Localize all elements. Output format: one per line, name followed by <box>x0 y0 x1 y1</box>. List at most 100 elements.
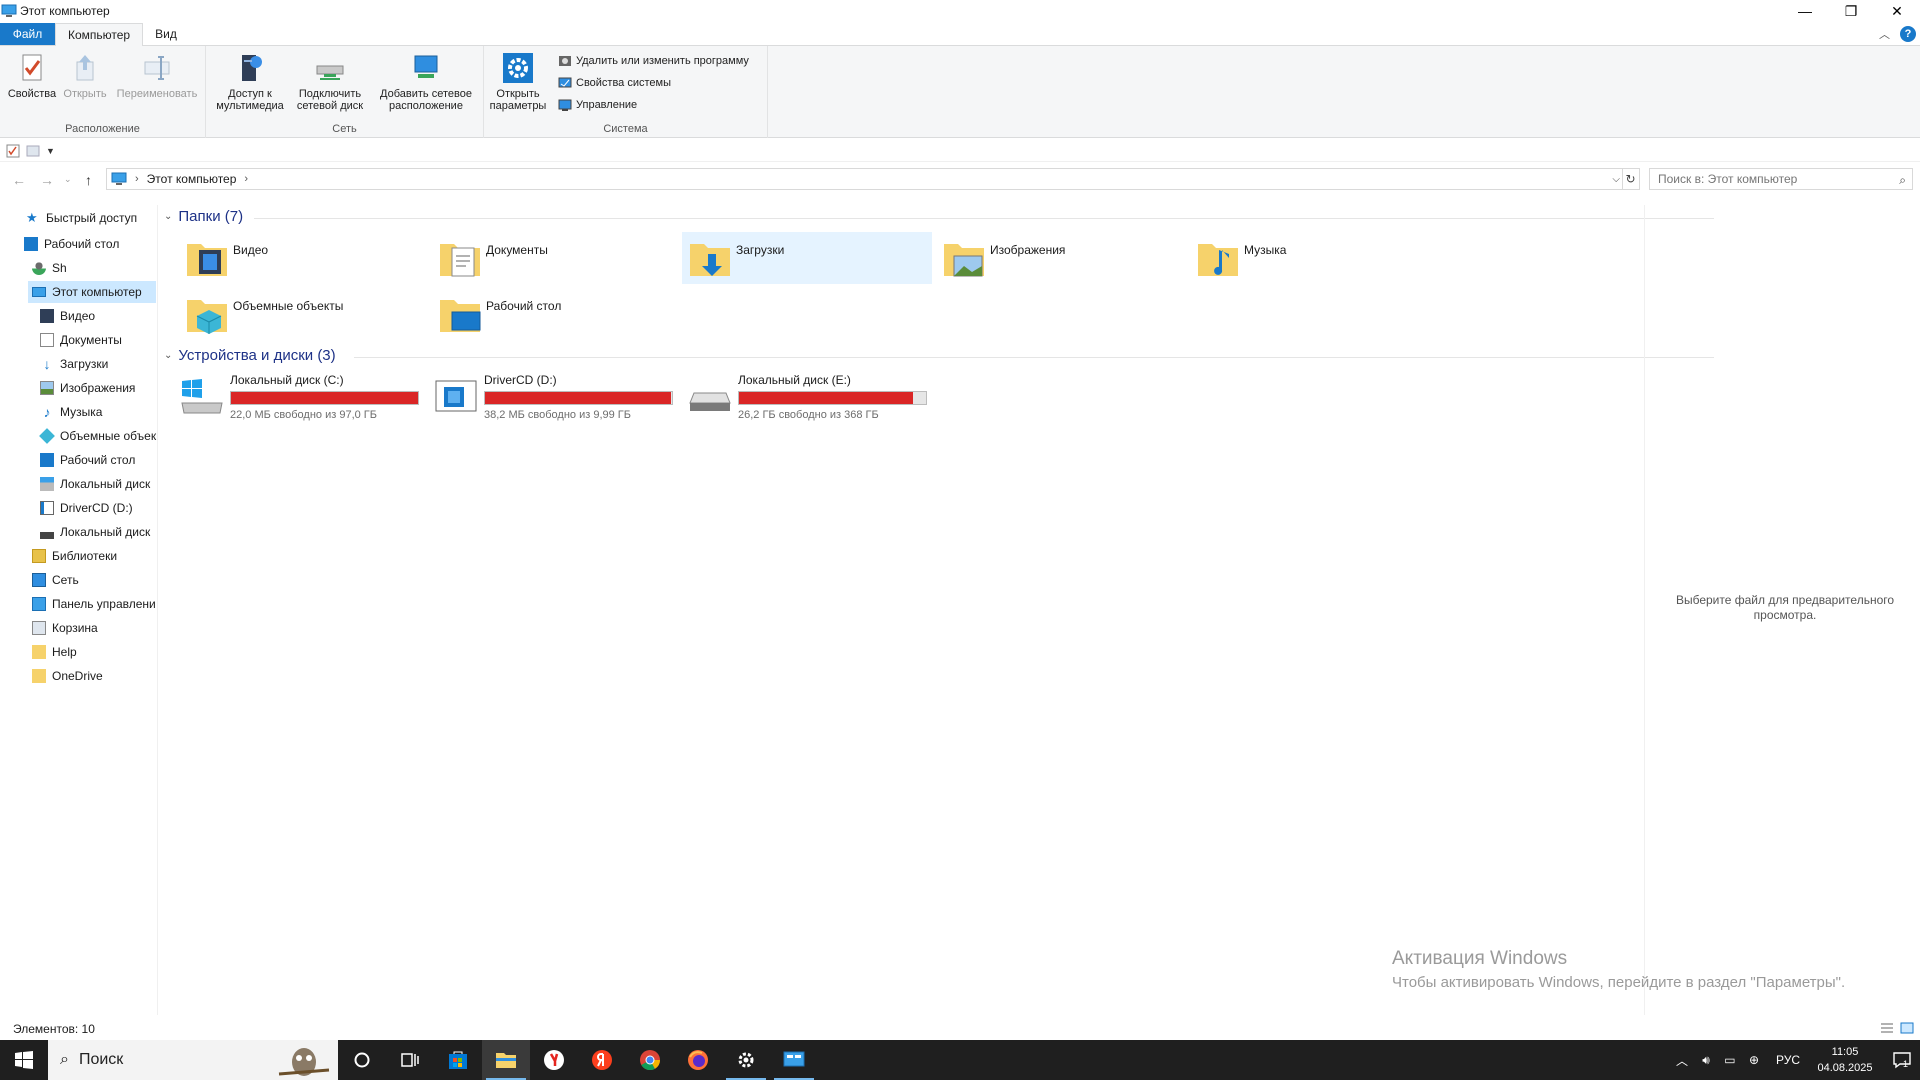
hard-drive-icon <box>689 392 731 411</box>
nav-onedrive[interactable]: OneDrive <box>32 665 103 687</box>
task-view-icon <box>401 1053 419 1067</box>
nav-local-disk-c[interactable]: Локальный диск <box>40 473 150 495</box>
customize-toolbar-icon[interactable]: ▼ <box>46 146 55 156</box>
address-dropdown-icon[interactable]: ⌵ <box>1612 174 1620 185</box>
yandex-icon <box>592 1050 612 1070</box>
folder-tile-music[interactable]: Музыка <box>1190 232 1440 284</box>
computer-icon <box>111 172 127 185</box>
language-indicator[interactable]: РУС <box>1776 1053 1800 1067</box>
up-arrow-icon[interactable]: ↑ <box>85 172 92 188</box>
nav-3d-objects[interactable]: Объемные объек <box>39 425 156 447</box>
volume-icon[interactable]: 🔊︎ <box>1694 1053 1718 1068</box>
taskbar-store[interactable] <box>434 1040 482 1080</box>
hard-drive-icon <box>40 525 54 539</box>
help-icon[interactable]: ? <box>1900 26 1916 42</box>
manage-button[interactable]: Управление <box>558 98 637 112</box>
taskbar-yandex-browser[interactable] <box>530 1040 578 1080</box>
drive-tile-e[interactable]: Локальный диск (E:) 26,2 ГБ свободно из … <box>688 373 938 423</box>
nav-videos[interactable]: Видео <box>40 305 95 327</box>
search-icon[interactable]: ⌕ <box>1899 173 1906 188</box>
folder-tile-3d-objects[interactable]: Объемные объекты <box>179 288 429 340</box>
clock[interactable]: 11:05 04.08.2025 <box>1810 1044 1880 1076</box>
uninstall-program-button[interactable]: Удалить или изменить программу <box>558 54 749 68</box>
network-globe-icon[interactable]: ⊕ <box>1742 1053 1766 1067</box>
nav-help[interactable]: Help <box>32 641 77 663</box>
nav-recycle-bin[interactable]: Корзина <box>32 617 98 639</box>
drive-tile-d[interactable]: DriverCD (D:) 38,2 МБ свободно из 9,99 Г… <box>434 373 684 423</box>
nav-control-panel[interactable]: Панель управлени <box>32 593 156 615</box>
taskbar-control-panel[interactable] <box>770 1040 818 1080</box>
tab-computer[interactable]: Компьютер <box>55 23 144 46</box>
libraries-icon <box>32 549 46 563</box>
nav-libraries[interactable]: Библиотеки <box>32 545 117 567</box>
network-location-icon <box>414 55 438 78</box>
folder-tile-videos[interactable]: Видео <box>179 232 429 284</box>
address-bar[interactable]: › Этот компьютер › ⌵ <box>106 168 1623 190</box>
task-view-button[interactable] <box>338 1040 386 1080</box>
nav-this-pc[interactable]: Этот компьютер <box>28 281 156 303</box>
folder-tile-documents[interactable]: Документы <box>432 232 682 284</box>
nav-quick-access[interactable]: ★ Быстрый доступ <box>26 207 137 229</box>
details-view-icon[interactable] <box>1880 1022 1894 1034</box>
close-button[interactable]: ✕ <box>1874 0 1920 22</box>
drive-tile-c[interactable]: Локальный диск (C:) 22,0 МБ свободно из … <box>180 373 430 423</box>
nav-drivercd-d[interactable]: DriverCD (D:) <box>40 497 133 519</box>
breadcrumb-chevron-icon[interactable]: › <box>135 173 139 185</box>
folder-tile-downloads[interactable]: Загрузки <box>682 232 932 284</box>
search-highlight-image <box>278 1048 330 1076</box>
notifications-button[interactable]: 1 <box>1880 1050 1920 1070</box>
chevron-down-icon[interactable]: ⌄ <box>164 211 172 222</box>
folders-group-header[interactable]: ⌄ Папки (7) <box>164 208 1714 225</box>
rename-button[interactable]: Переименовать <box>112 52 202 100</box>
nav-desktop-folder[interactable]: Рабочий стол <box>40 449 135 471</box>
nav-desktop[interactable]: Рабочий стол <box>24 233 119 255</box>
nav-music[interactable]: ♪ Музыка <box>40 401 103 423</box>
battery-icon[interactable]: ▭ <box>1718 1053 1742 1067</box>
document-icon <box>40 333 54 347</box>
nav-pictures[interactable]: Изображения <box>40 377 135 399</box>
nav-user[interactable]: Sh <box>32 257 67 279</box>
search-input[interactable] <box>1658 172 1878 186</box>
taskbar-chrome[interactable] <box>626 1040 674 1080</box>
preview-pane: Выберите файл для предварительного просм… <box>1644 205 1920 1015</box>
folder-tile-pictures[interactable]: Изображения <box>936 232 1186 284</box>
new-folder-icon[interactable] <box>26 144 40 158</box>
breadcrumb-this-pc[interactable]: Этот компьютер <box>147 172 237 186</box>
back-arrow-icon[interactable]: ← <box>12 172 26 188</box>
refresh-icon[interactable]: ↻ <box>1622 168 1640 190</box>
taskbar-yandex[interactable] <box>578 1040 626 1080</box>
media-access-button[interactable]: Доступ к мультимедиа <box>212 52 288 112</box>
minimize-button[interactable]: — <box>1782 0 1828 22</box>
quick-access-toolbar: ▼ <box>0 140 1920 162</box>
restore-button[interactable]: ❐ <box>1828 0 1874 22</box>
chevron-up-icon[interactable]: ︿ <box>1670 1052 1694 1069</box>
nav-network[interactable]: Сеть <box>32 569 79 591</box>
nav-documents[interactable]: Документы <box>40 329 122 351</box>
collapse-ribbon-icon[interactable]: ︿ <box>1879 26 1890 42</box>
breadcrumb-chevron-icon[interactable]: › <box>244 173 248 185</box>
system-properties-button[interactable]: Свойства системы <box>558 76 671 90</box>
taskbar-firefox[interactable] <box>674 1040 722 1080</box>
map-network-drive-button[interactable]: Подключить сетевой диск <box>292 52 368 112</box>
taskbar-file-explorer[interactable] <box>482 1040 530 1080</box>
task-view-icon-button[interactable] <box>386 1040 434 1080</box>
recent-locations-chevron-icon[interactable]: ⌄ <box>64 174 72 185</box>
open-button[interactable]: Открыть <box>58 52 112 100</box>
folder-tile-desktop[interactable]: Рабочий стол <box>432 288 682 340</box>
taskbar-settings[interactable] <box>722 1040 770 1080</box>
devices-group-header[interactable]: ⌄ Устройства и диски (3) <box>164 347 1714 364</box>
large-icons-view-icon[interactable] <box>1900 1022 1914 1034</box>
nav-downloads[interactable]: ↓ Загрузки <box>40 353 109 375</box>
start-button[interactable] <box>0 1040 48 1080</box>
tab-file[interactable]: Файл <box>0 23 55 45</box>
ribbon-tabs: Файл Компьютер Вид ︿ ? <box>0 23 1920 46</box>
add-network-location-button[interactable]: Добавить сетевое расположение <box>376 52 476 112</box>
tab-view[interactable]: Вид <box>143 23 189 45</box>
nav-local-disk-e[interactable]: Локальный диск <box>40 521 150 543</box>
taskbar-search[interactable]: ⌕ Поиск <box>48 1040 338 1080</box>
properties-button[interactable]: Свойства <box>6 52 58 100</box>
open-settings-button[interactable]: Открыть параметры <box>490 52 546 112</box>
forward-arrow-icon[interactable]: → <box>40 172 54 188</box>
chevron-down-icon[interactable]: ⌄ <box>164 350 172 361</box>
properties-icon[interactable] <box>6 144 20 158</box>
